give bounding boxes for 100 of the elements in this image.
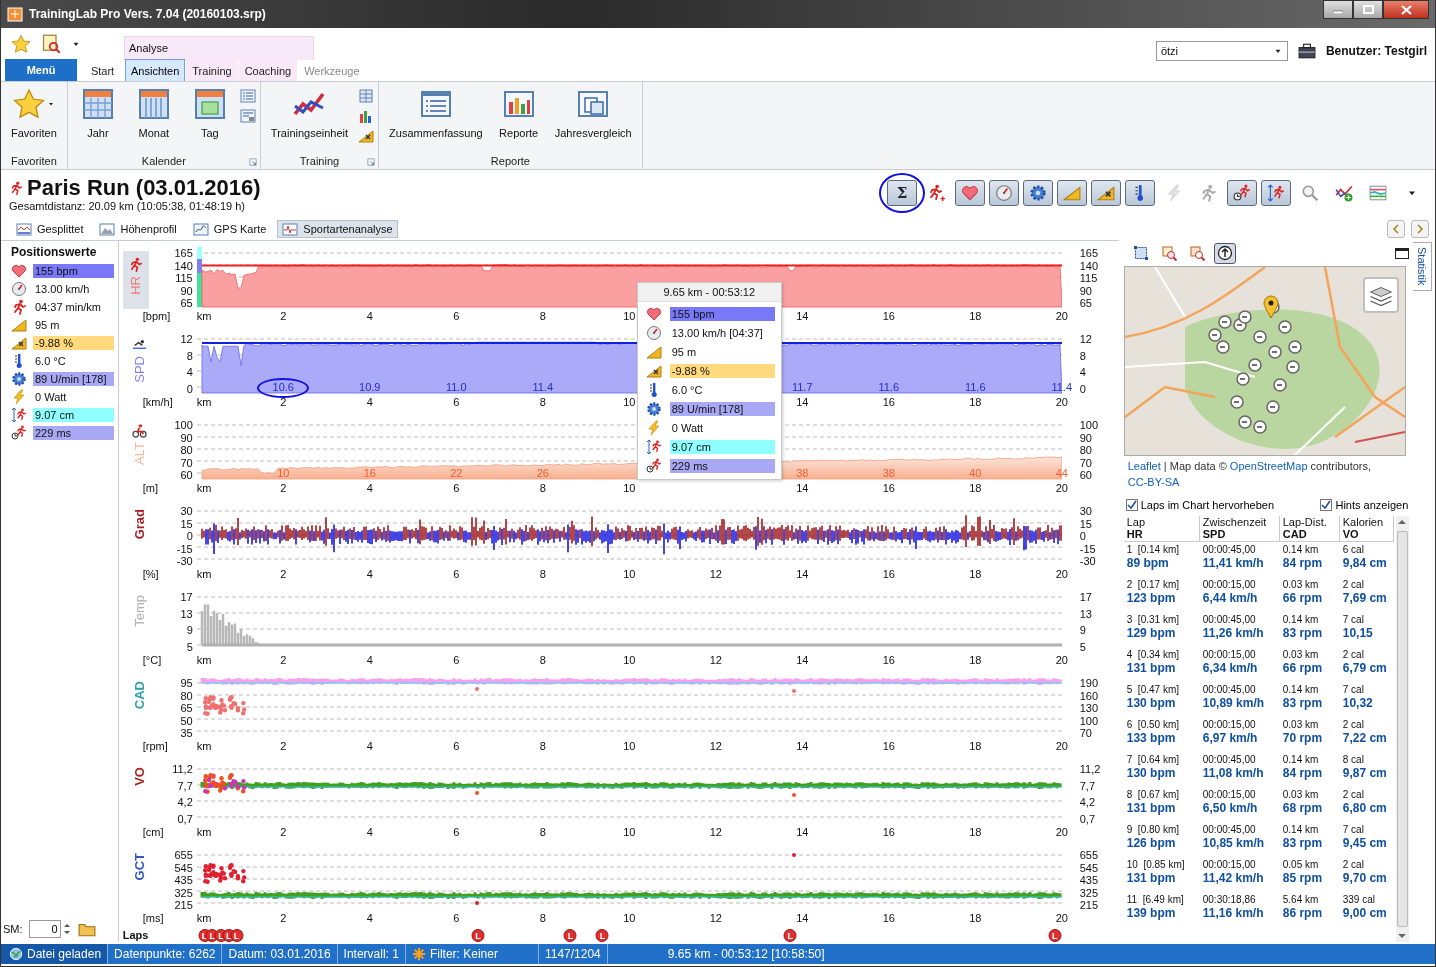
chevron-right-icon [1415, 224, 1425, 234]
documents-icon [577, 88, 610, 120]
lap-marker[interactable]: L [471, 929, 485, 942]
lap-marker[interactable]: L [563, 929, 577, 942]
table-cell-text: 123 bpm [1126, 591, 1177, 606]
toolbar-button[interactable] [1057, 180, 1087, 206]
axis-tick-label: 60 [179, 469, 193, 481]
ribbon-button[interactable]: Jahresvergleich [548, 86, 638, 141]
axis-tick-label: 4 [366, 825, 373, 839]
lap-value: 11.0 [444, 381, 468, 393]
table-cell-text: 7 [0.64 km] [1126, 754, 1180, 766]
close-button[interactable] [1383, 0, 1429, 19]
user-dropdown[interactable]: ötzi [1155, 41, 1288, 61]
option-checkbox[interactable]: Hints anzeigen [1320, 498, 1409, 512]
option-checkbox[interactable]: Laps im Chart hervorheben [1125, 498, 1275, 512]
toolbar-button[interactable] [955, 180, 985, 206]
toolbar-button[interactable]: Σ [887, 180, 917, 206]
ribbon-button[interactable]: Reporte [492, 86, 545, 141]
ribbon-tab[interactable]: Start [81, 59, 124, 81]
column-header[interactable]: Zwischenzeit SPD [1199, 516, 1280, 541]
table-cell-text: 6,80 cm [1342, 801, 1388, 816]
zoom-in-icon [1160, 245, 1177, 261]
ribbon-tab[interactable]: Ansichten [125, 59, 186, 81]
axis-tick-label: 4 [366, 739, 373, 753]
axis-tick-label: 14 [796, 825, 809, 839]
mountain-icon [99, 221, 116, 237]
lap-marker[interactable]: L [230, 929, 244, 942]
lap-marker[interactable]: L [595, 929, 609, 942]
axis-tick-label: 13 [1079, 607, 1093, 620]
axis-tick-label: 165 [173, 247, 193, 259]
launcher-icon [366, 157, 377, 167]
chart-icon [282, 221, 299, 237]
toolbar-button[interactable] [1023, 180, 1053, 206]
axis-tick-label: 5 [1079, 640, 1087, 653]
menu-button[interactable]: Menü [5, 59, 77, 81]
next-button[interactable] [1411, 220, 1429, 238]
axis-tick-label: 80 [1079, 444, 1093, 456]
runner-arrow-icon [11, 407, 27, 423]
axis-tick-label: 10 [623, 739, 636, 753]
chart-label[interactable]: Grad [132, 509, 148, 540]
attribution-link[interactable]: OpenStreetMap [1229, 460, 1308, 472]
toolbar-button[interactable] [1261, 180, 1291, 206]
ribbon-button[interactable]: Zusammenfassung [383, 86, 489, 141]
view-tab[interactable]: Gesplittet [11, 220, 89, 238]
chart-label[interactable]: GCT [132, 853, 148, 881]
ribbon-tab[interactable]: Coaching [238, 59, 298, 81]
lap-marker[interactable]: L [1048, 929, 1062, 942]
table-cell-text: 6 cal [1342, 544, 1365, 556]
lap-marker[interactable]: L [783, 929, 797, 942]
user-label: Benutzer: Testgirl [1325, 44, 1427, 58]
calendar-icon [193, 88, 226, 120]
toolbar-button[interactable] [1227, 180, 1257, 206]
axis-tick-label: 2 [280, 653, 287, 667]
maximize-button[interactable] [1353, 0, 1383, 19]
slope-icon [645, 343, 662, 360]
ribbon-button[interactable]: Tag [183, 86, 236, 141]
axis-tick-label: 16 [882, 825, 895, 839]
slope-icon [11, 317, 27, 333]
column-header[interactable]: Lap-Dist. CAD [1279, 516, 1340, 541]
axis-tick-label: 70 [1079, 456, 1093, 469]
gear-icon [645, 400, 662, 417]
ribbon-button[interactable]: Monat [127, 86, 180, 141]
view-tab[interactable]: GPS Karte [187, 220, 272, 238]
table-cell-text: 0.14 km [1282, 544, 1320, 556]
ribbon-button[interactable]: Trainingseinheit [264, 86, 355, 141]
ribbon-tab[interactable]: Training [186, 59, 238, 81]
table-cell-text: 84 rpm [1282, 766, 1324, 781]
ribbon-button[interactable]: Favoriten [5, 86, 63, 141]
axis-tick-label: 10 [623, 395, 636, 409]
attribution-link[interactable]: Leaflet [1127, 460, 1161, 472]
activity-title: Paris Run (03.01.2016) [27, 176, 261, 200]
axis-tick-label: 2 [280, 825, 287, 839]
map-tool-button[interactable] [1213, 242, 1236, 264]
table-cell-text: 2 cal [1342, 859, 1365, 871]
ribbon-button[interactable]: Jahr [71, 86, 124, 141]
table-cell-text: 11,42 km/h [1202, 871, 1265, 886]
attribution-link[interactable]: CC-BY-SA [1127, 476, 1180, 488]
spin-field[interactable]: 0 [28, 920, 61, 938]
view-tab[interactable]: Höhenprofil [94, 220, 182, 238]
previous-button[interactable] [1387, 220, 1405, 238]
layers-button[interactable] [1362, 277, 1399, 313]
table-cell-text: 9,84 cm [1342, 556, 1388, 571]
app-logo-icon [7, 6, 23, 22]
toolbar-button[interactable] [989, 180, 1019, 206]
toolbar-button[interactable] [1125, 180, 1155, 206]
toolbar-button[interactable] [1091, 180, 1121, 206]
table-cell-text: 131 bpm [1126, 661, 1177, 676]
column-header[interactable]: Kalorien VO [1339, 516, 1394, 541]
ribbon-small-button[interactable] [358, 128, 375, 144]
chart-label[interactable]: VO [132, 767, 148, 786]
side-tab[interactable]: Statistik [1413, 242, 1433, 291]
table-icon [358, 88, 375, 104]
table-cell-text: 83 rpm [1282, 696, 1324, 711]
runner-icon [128, 257, 144, 272]
lap-value: 38 [795, 467, 810, 479]
minimize-button[interactable] [1323, 0, 1353, 19]
scrollbar[interactable] [1395, 516, 1409, 942]
view-tab[interactable]: Sportartenanalyse [277, 220, 398, 238]
column-header[interactable]: Lap HR [1123, 516, 1200, 541]
table-cell-text: 7 cal [1342, 824, 1365, 836]
